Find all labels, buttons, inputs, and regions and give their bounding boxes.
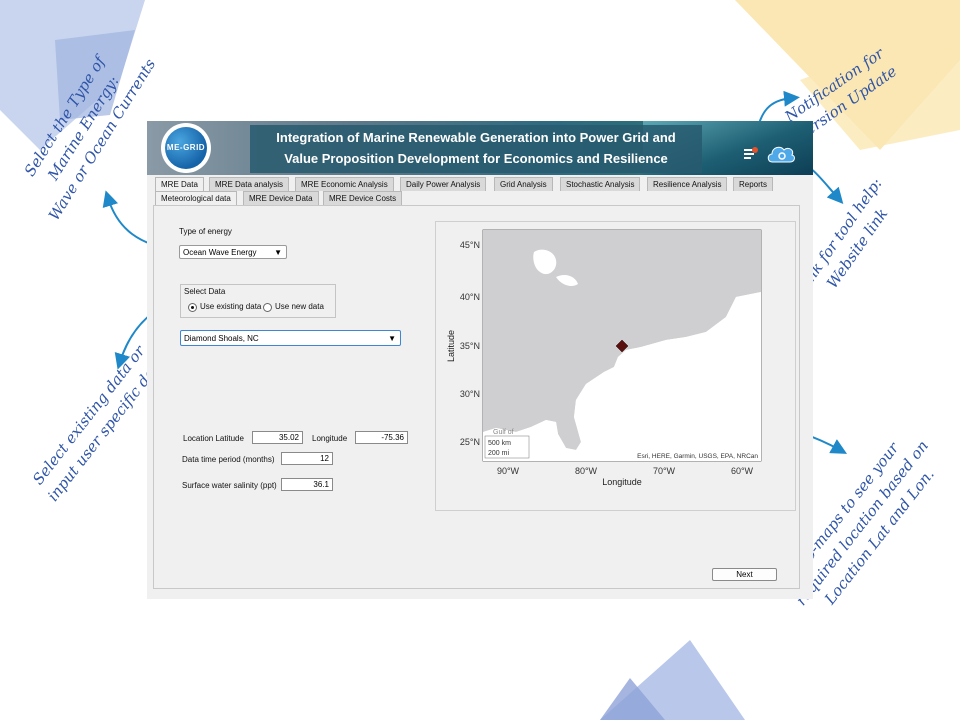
- salinity-label: Surface water salinity (ppt): [182, 481, 277, 490]
- scale-mi: 200 mi: [488, 450, 509, 457]
- tab-grid-analysis[interactable]: Grid Analysis: [494, 177, 553, 191]
- tab-mre-data[interactable]: MRE Data: [155, 177, 204, 191]
- longitude-label: Longitude: [312, 434, 348, 443]
- map-panel: 500 km 200 mi Gulf of Esri, HERE, Garmin…: [435, 221, 796, 511]
- tab-content-panel: Type of energy Ocean Wave Energy ▼ Select…: [153, 205, 800, 589]
- map-ytick: 40°N: [460, 292, 480, 302]
- latitude-field[interactable]: 35.02: [252, 431, 303, 444]
- latitude-label: Location Latitude: [183, 434, 244, 443]
- scale-km: 500 km: [488, 440, 511, 447]
- salinity-field[interactable]: 36.1: [281, 478, 333, 491]
- use-existing-radio[interactable]: [188, 303, 197, 312]
- tab-mre-device-data[interactable]: MRE Device Data: [243, 191, 319, 205]
- energy-type-dropdown[interactable]: Ocean Wave Energy ▼: [179, 245, 287, 259]
- notification-icon[interactable]: [744, 147, 758, 161]
- type-of-energy-label: Type of energy: [179, 227, 232, 236]
- map-xtick: 70°W: [653, 466, 676, 476]
- tab-resilience-analysis[interactable]: Resilience Analysis: [647, 177, 728, 191]
- chevron-down-icon: ▼: [388, 334, 396, 343]
- map-attribution: Esri, HERE, Garmin, USGS, EPA, NRCan: [637, 453, 758, 460]
- app-window: ME-GRID Integration of Marine Renewable …: [147, 121, 813, 599]
- map-ytick: 25°N: [460, 437, 480, 447]
- me-grid-logo: ME-GRID: [161, 123, 211, 173]
- gulf-label: Gulf of: [493, 429, 514, 436]
- map-ytick: 45°N: [460, 240, 480, 250]
- tab-meteorological-data[interactable]: Meteorological data: [155, 191, 237, 205]
- period-field[interactable]: 12: [281, 452, 333, 465]
- header-banner: ME-GRID Integration of Marine Renewable …: [147, 121, 813, 175]
- longitude-field[interactable]: -75.36: [355, 431, 408, 444]
- tab-mre-device-costs[interactable]: MRE Device Costs: [323, 191, 403, 205]
- map-xtick: 90°W: [497, 466, 520, 476]
- map-xtick: 80°W: [575, 466, 598, 476]
- map-xtick: 60°W: [731, 466, 754, 476]
- map-ytick: 30°N: [460, 389, 480, 399]
- tab-stochastic-analysis[interactable]: Stochastic Analysis: [560, 177, 641, 191]
- geo-map[interactable]: 500 km 200 mi Gulf of Esri, HERE, Garmin…: [436, 222, 795, 510]
- location-dropdown[interactable]: Diamond Shoals, NC ▼: [180, 330, 401, 346]
- chevron-down-icon: ▼: [274, 248, 282, 257]
- app-title: Integration of Marine Renewable Generati…: [250, 125, 702, 173]
- select-data-label: Select Data: [184, 287, 226, 296]
- tab-reports[interactable]: Reports: [733, 177, 774, 191]
- tab-mre-data-analysis[interactable]: MRE Data analysis: [209, 177, 290, 191]
- select-data-group: Select Data Use existing data Use new da…: [180, 284, 336, 318]
- tab-daily-power-analysis[interactable]: Daily Power Analysis: [400, 177, 487, 191]
- map-xlabel: Longitude: [602, 477, 642, 487]
- map-ylabel: Latitude: [446, 330, 456, 362]
- tab-mre-economic-analysis[interactable]: MRE Economic Analysis: [295, 177, 394, 191]
- use-existing-label: Use existing data: [200, 302, 262, 311]
- period-label: Data time period (months): [182, 455, 275, 464]
- cloud-gear-icon[interactable]: [766, 142, 796, 164]
- use-new-radio[interactable]: [263, 303, 272, 312]
- next-button[interactable]: Next: [712, 568, 777, 581]
- map-ytick: 35°N: [460, 341, 480, 351]
- use-new-label: Use new data: [275, 302, 324, 311]
